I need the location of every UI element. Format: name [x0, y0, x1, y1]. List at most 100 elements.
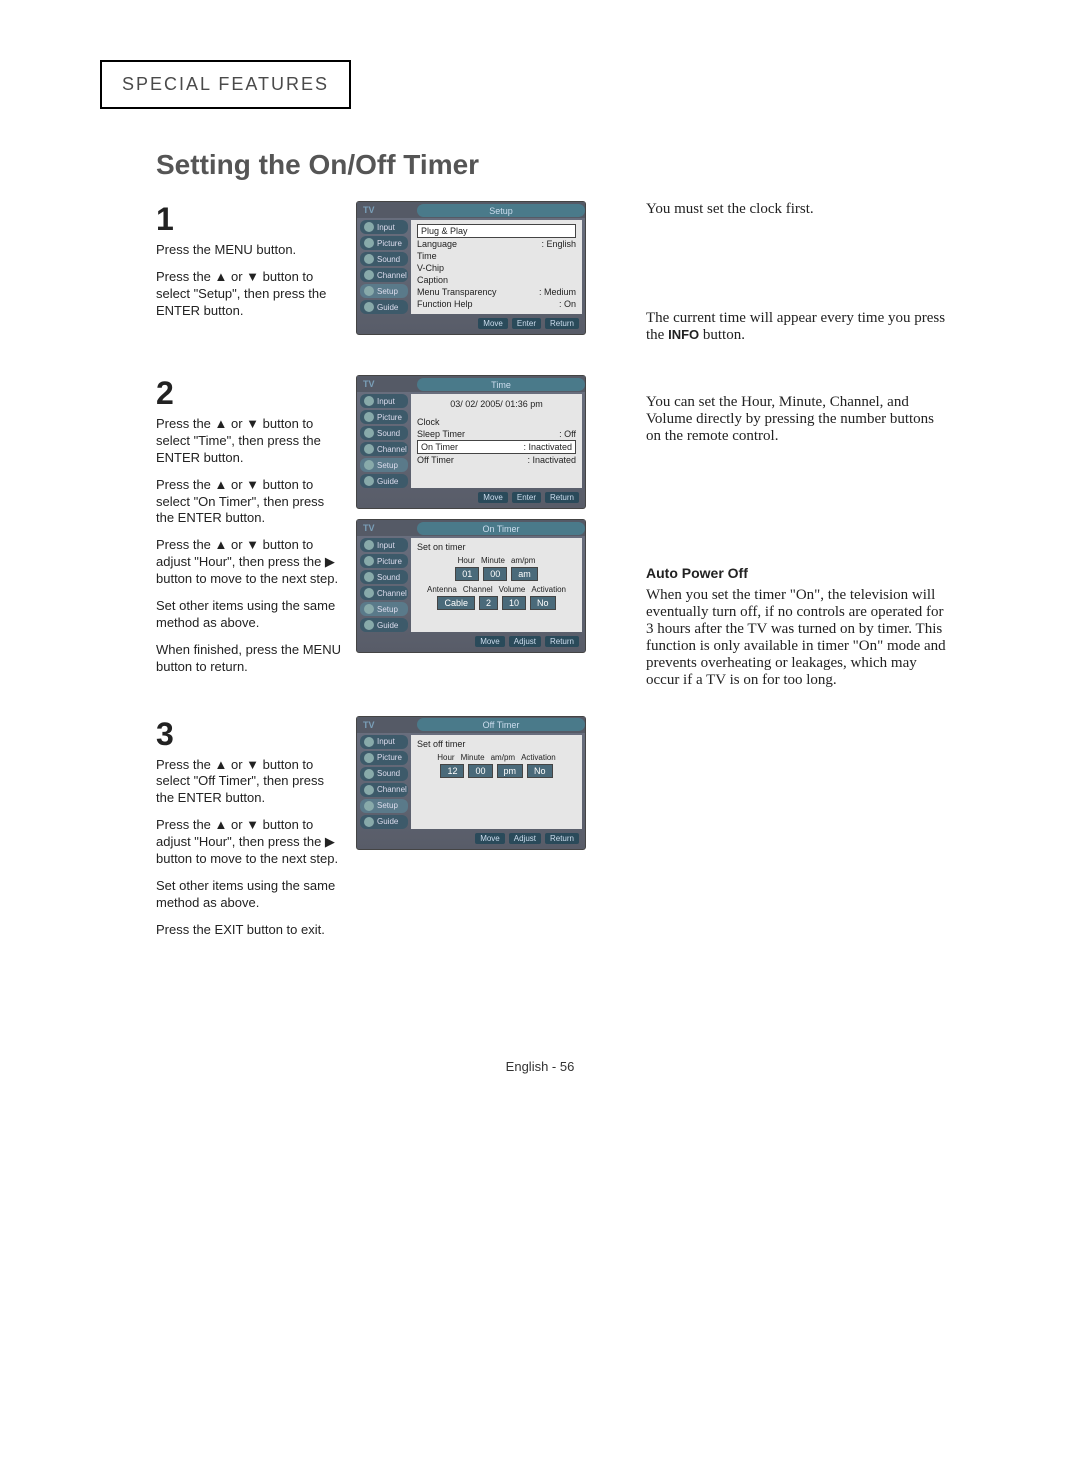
side-note-3: You can set the Hour, Minute, Channel, a… — [646, 394, 946, 445]
page-number: English - 56 — [100, 1059, 980, 1074]
step3-text-1: Press the ▲ or ▼ button to select "Off T… — [156, 757, 344, 808]
osd-return-btn: Return — [545, 833, 579, 844]
osd-tab-input: Input — [360, 735, 408, 749]
sound-icon — [364, 769, 374, 779]
osd-time: TV Time Input Picture Sound Channel Setu… — [356, 375, 586, 509]
osd-title: Setup — [417, 204, 585, 217]
step-3: 3 Press the ▲ or ▼ button to select "Off… — [156, 716, 586, 949]
side-note-2: The current time will appear every time … — [646, 310, 946, 344]
sound-icon — [364, 254, 374, 264]
side-note-1: You must set the clock first. — [646, 201, 946, 218]
guide-icon — [364, 620, 374, 630]
input-icon — [364, 737, 374, 747]
on-ampm: am — [511, 567, 538, 581]
osd-tv-label: TV — [357, 523, 417, 533]
step2-text-1: Press the ▲ or ▼ button to select "Time"… — [156, 416, 344, 467]
osd-tab-sound: Sound — [360, 767, 408, 781]
step2-text-4: Set other items using the same method as… — [156, 598, 344, 632]
step2-text-2: Press the ▲ or ▼ button to select "On Ti… — [156, 477, 344, 528]
input-icon — [364, 540, 374, 550]
step-number-1: 1 — [156, 201, 344, 238]
step-2: 2 Press the ▲ or ▼ button to select "Tim… — [156, 375, 586, 686]
osd-off-timer: TV Off Timer Input Picture Sound Channel… — [356, 716, 586, 850]
input-icon — [364, 396, 374, 406]
step-number-3: 3 — [156, 716, 344, 753]
guide-icon — [364, 476, 374, 486]
step1-text-1: Press the MENU button. — [156, 242, 344, 259]
channel-icon — [364, 588, 374, 598]
channel-icon — [364, 270, 374, 280]
off-hour: 12 — [440, 764, 464, 778]
step-1: 1 Press the MENU button. Press the ▲ or … — [156, 201, 586, 345]
section-header: SPECIAL FEATURES — [100, 60, 351, 109]
auto-power-off-title: Auto Power Off — [646, 565, 946, 581]
osd-title-ontimer: On Timer — [417, 522, 585, 535]
page-title: Setting the On/Off Timer — [156, 149, 980, 181]
osd-enter-btn: Enter — [512, 318, 541, 329]
section-header-text: SPECIAL FEATURES — [122, 74, 329, 94]
osd-tab-input: Input — [360, 538, 408, 552]
osd-tab-guide: Guide — [360, 300, 408, 314]
step2-text-3: Press the ▲ or ▼ button to adjust "Hour"… — [156, 537, 344, 588]
osd-tab-setup: Setup — [360, 602, 408, 616]
osd-tab-guide: Guide — [360, 618, 408, 632]
osd-return-btn: Return — [545, 636, 579, 647]
on-antenna: Cable — [437, 596, 475, 610]
osd-tab-channel: Channel — [360, 442, 408, 456]
setup-icon — [364, 801, 374, 811]
osd-tab-channel: Channel — [360, 586, 408, 600]
osd-return-btn: Return — [545, 492, 579, 503]
step3-text-2: Press the ▲ or ▼ button to adjust "Hour"… — [156, 817, 344, 868]
osd-move-btn: Move — [475, 833, 505, 844]
osd-tab-channel: Channel — [360, 783, 408, 797]
osd-tab-setup: Setup — [360, 458, 408, 472]
step-number-2: 2 — [156, 375, 344, 412]
on-channel: 2 — [479, 596, 498, 610]
osd-tab-setup: Setup — [360, 284, 408, 298]
osd-tv-label: TV — [357, 379, 417, 389]
input-icon — [364, 222, 374, 232]
on-volume: 10 — [502, 596, 526, 610]
osd-tab-channel: Channel — [360, 268, 408, 282]
guide-icon — [364, 302, 374, 312]
on-activation: No — [530, 596, 556, 610]
osd-on-timer: TV On Timer Input Picture Sound Channel … — [356, 519, 586, 653]
setup-icon — [364, 460, 374, 470]
osd-tab-sound: Sound — [360, 426, 408, 440]
on-hour: 01 — [455, 567, 479, 581]
side-note-auto: Auto Power Off When you set the timer "O… — [646, 565, 946, 689]
off-activation: No — [527, 764, 553, 778]
osd-tab-setup: Setup — [360, 799, 408, 813]
osd-tv-label: TV — [357, 720, 417, 730]
sound-icon — [364, 572, 374, 582]
off-ampm: pm — [497, 764, 524, 778]
sound-icon — [364, 428, 374, 438]
step3-text-4: Press the EXIT button to exit. — [156, 922, 344, 939]
osd-tab-picture: Picture — [360, 236, 408, 250]
step2-text-5: When finished, press the MENU button to … — [156, 642, 344, 676]
info-button-ref: INFO — [668, 327, 699, 342]
osd-tab-sound: Sound — [360, 252, 408, 266]
channel-icon — [364, 785, 374, 795]
picture-icon — [364, 412, 374, 422]
osd-tv-label: TV — [357, 205, 417, 215]
osd-tab-guide: Guide — [360, 815, 408, 829]
picture-icon — [364, 753, 374, 763]
osd-tab-sound: Sound — [360, 570, 408, 584]
osd-tab-picture: Picture — [360, 410, 408, 424]
osd-main-setup: Plug & Play Language: English Time V-Chi… — [411, 220, 582, 314]
osd-title-time: Time — [417, 378, 585, 391]
osd-title-offtimer: Off Timer — [417, 718, 585, 731]
picture-icon — [364, 556, 374, 566]
osd-adjust-btn: Adjust — [509, 636, 541, 647]
osd-adjust-btn: Adjust — [509, 833, 541, 844]
setup-icon — [364, 286, 374, 296]
osd-main-ontimer: Set on timer Hour Minute am/pm 01 00 — [411, 538, 582, 632]
osd-tab-guide: Guide — [360, 474, 408, 488]
osd-move-btn: Move — [478, 492, 508, 503]
osd-enter-btn: Enter — [512, 492, 541, 503]
picture-icon — [364, 238, 374, 248]
setup-icon — [364, 604, 374, 614]
guide-icon — [364, 817, 374, 827]
osd-move-btn: Move — [478, 318, 508, 329]
